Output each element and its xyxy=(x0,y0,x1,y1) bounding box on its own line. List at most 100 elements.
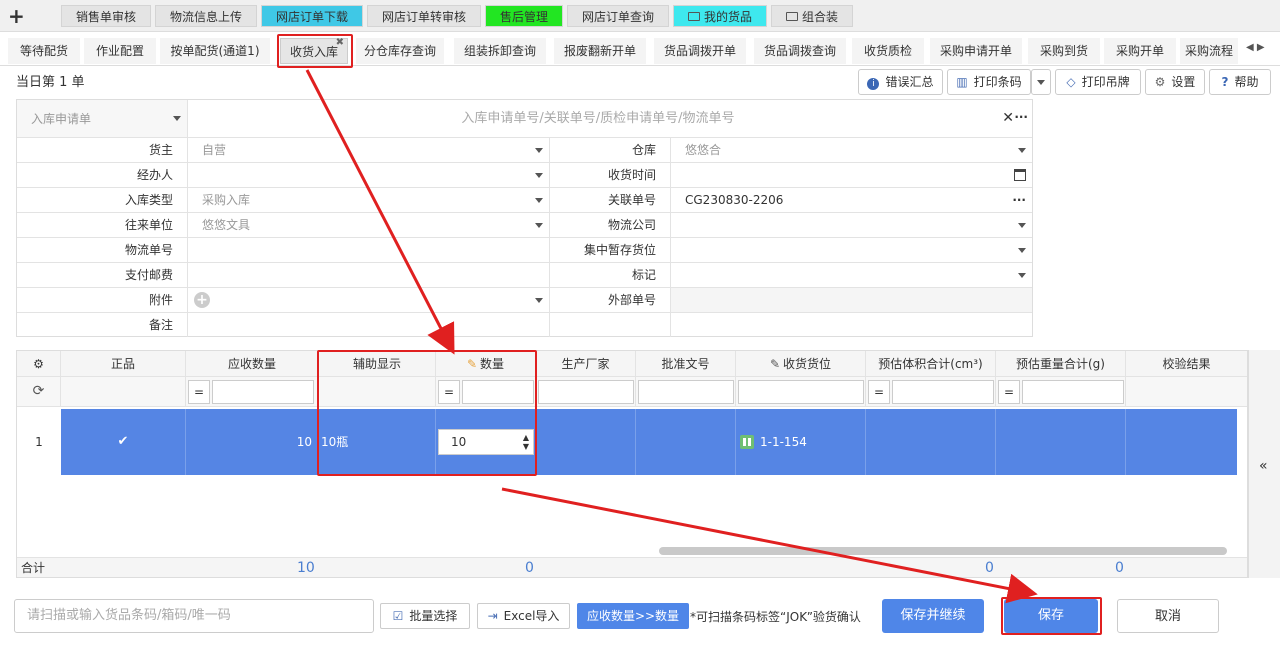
filter-genuine xyxy=(61,377,186,407)
copy-qty-button[interactable]: 应收数量>>数量 xyxy=(577,603,689,629)
top-tab-order-query[interactable]: 网店订单查询 xyxy=(567,5,669,27)
col-location[interactable]: ✎ 收货货位 xyxy=(736,351,866,377)
error-summary-button[interactable]: i 错误汇总 xyxy=(858,69,943,95)
settings-button[interactable]: ⚙ 设置 xyxy=(1145,69,1205,95)
refresh-icon[interactable]: ⟳ xyxy=(17,377,61,407)
col-volume[interactable]: 预估体积合计(cm³) xyxy=(866,351,996,377)
calendar-icon[interactable] xyxy=(1014,169,1026,181)
top-tab-order-download[interactable]: 网店订单下载 xyxy=(261,5,363,27)
tracking-no-field[interactable] xyxy=(188,238,550,262)
cell-expected-qty: 10 xyxy=(186,409,319,475)
top-tab-after-sales[interactable]: 售后管理 xyxy=(485,5,563,27)
collapse-panel[interactable]: « xyxy=(1248,350,1280,578)
top-tab-logistics-upload[interactable]: 物流信息上传 xyxy=(155,5,257,27)
remark-spacer xyxy=(550,313,671,337)
help-button[interactable]: ? 帮助 xyxy=(1209,69,1271,95)
sub-tab-transfer-query[interactable]: 货品调拨查询 xyxy=(754,38,846,64)
filter-input[interactable] xyxy=(538,380,634,404)
clear-icon[interactable]: ✕ xyxy=(1002,100,1014,136)
print-tag-button[interactable]: ◇ 打印吊牌 xyxy=(1055,69,1141,95)
add-attachment-icon[interactable]: + xyxy=(194,292,210,308)
scan-input[interactable]: 请扫描或输入货品条码/箱码/唯一码 xyxy=(14,599,374,633)
sub-tab-purchase-arrival[interactable]: 采购到货 xyxy=(1028,38,1100,64)
partner-field[interactable]: 悠悠文具 xyxy=(188,213,550,237)
filter-operator[interactable]: = xyxy=(998,380,1020,404)
sub-tab-purchase-request[interactable]: 采购申请开单 xyxy=(930,38,1022,64)
goods-grid: ⚙ 正品 应收数量 辅助显示 ✎ 数量 生产厂家 批准文号 ✎ 收货货位 预估体积合… xyxy=(16,350,1248,578)
more-icon[interactable]: ··· xyxy=(1012,188,1026,212)
col-approval-no[interactable]: 批准文号 xyxy=(636,351,736,377)
external-no-field[interactable] xyxy=(671,288,1032,312)
highlight-aux-qty xyxy=(317,350,537,476)
col-weight[interactable]: 预估重量合计(g) xyxy=(996,351,1126,377)
top-tab-my-goods[interactable]: 我的货品 xyxy=(673,5,767,27)
sub-tab-quality-check[interactable]: 收货质检 xyxy=(852,38,924,64)
batch-select-button[interactable]: ☑ 批量选择 xyxy=(380,603,470,629)
add-tab-icon[interactable]: + xyxy=(8,4,25,28)
sub-tab-scrap[interactable]: 报废翻新开单 xyxy=(554,38,646,64)
request-type-select[interactable]: 入库申请单 xyxy=(17,100,188,137)
col-check-result[interactable]: 校验结果 xyxy=(1126,351,1247,377)
excel-import-button[interactable]: ⇥ Excel导入 xyxy=(477,603,570,629)
sub-tab-wait-pick[interactable]: 等待配货 xyxy=(8,38,80,64)
tab-scroll-arrows[interactable]: ◀ ▶ xyxy=(1246,42,1274,58)
sub-tab-order-pick[interactable]: 按单配货(通道1) xyxy=(160,38,270,64)
sub-tab-stock-query[interactable]: 分仓库存查询 xyxy=(356,38,444,64)
print-barcode-button[interactable]: ▥ 打印条码 xyxy=(947,69,1031,95)
edit-icon: ✎ xyxy=(769,357,781,371)
postage-field[interactable] xyxy=(188,263,550,287)
filter-input[interactable] xyxy=(638,380,734,404)
filter-input[interactable] xyxy=(892,380,994,404)
handler-field[interactable] xyxy=(188,163,550,187)
col-expected-qty[interactable]: 应收数量 xyxy=(186,351,319,377)
table-row[interactable]: ✔ 10 10瓶 10 ▲ ▼ 1-1-154 xyxy=(61,409,1237,475)
filter-input[interactable] xyxy=(212,380,314,404)
sub-tab-job-config[interactable]: 作业配置 xyxy=(84,38,156,64)
chevron-down-icon xyxy=(535,198,543,203)
owner-field[interactable]: 自营 xyxy=(188,138,550,162)
warehouse-field[interactable]: 悠悠合 xyxy=(671,138,1032,162)
filter-operator[interactable]: = xyxy=(868,380,890,404)
sub-tab-assembly-query[interactable]: 组装拆卸查询 xyxy=(454,38,546,64)
cell-location[interactable]: 1-1-154 xyxy=(736,409,866,475)
top-tab-combo[interactable]: 组合装 xyxy=(771,5,853,27)
filter-input[interactable] xyxy=(1022,380,1124,404)
filter-location xyxy=(736,377,866,407)
grid-settings-icon[interactable]: ⚙ xyxy=(17,351,61,377)
filter-volume: = xyxy=(866,377,996,407)
top-tab-order-to-review[interactable]: 网店订单转审核 xyxy=(367,5,481,27)
double-chevron-left-icon[interactable]: « xyxy=(1259,458,1268,474)
print-barcode-dropdown[interactable] xyxy=(1031,69,1051,95)
cancel-button[interactable]: 取消 xyxy=(1117,599,1219,633)
attachment-field[interactable]: + xyxy=(188,288,550,312)
sub-tab-purchase-open[interactable]: 采购开单 xyxy=(1104,38,1176,64)
chevron-down-icon xyxy=(1018,273,1026,278)
attachment-label: 附件 xyxy=(17,288,188,312)
related-no-field[interactable]: CG230830-2206 ··· xyxy=(671,188,1032,212)
partner-label: 往来单位 xyxy=(17,213,188,237)
button-label: 打印条码 xyxy=(973,75,1022,89)
logistics-company-field[interactable] xyxy=(671,213,1032,237)
sub-tab-purchase-flow[interactable]: 采购流程 xyxy=(1180,38,1238,64)
filter-input[interactable] xyxy=(738,380,864,404)
search-input[interactable]: 入库申请单号/关联单号/质检申请单号/物流单号 ✕ ··· xyxy=(188,100,1032,137)
receive-time-label: 收货时间 xyxy=(550,163,671,187)
button-label: 打印吊牌 xyxy=(1081,75,1130,89)
more-icon[interactable]: ··· xyxy=(1014,100,1028,134)
mark-field[interactable] xyxy=(671,263,1032,287)
col-genuine[interactable]: 正品 xyxy=(61,351,186,377)
row-check-icon[interactable]: ✔ xyxy=(61,409,186,475)
staging-location-field[interactable] xyxy=(671,238,1032,262)
total-label: 合计 xyxy=(21,561,46,575)
save-continue-button[interactable]: 保存并继续 xyxy=(882,599,984,633)
remark-field[interactable] xyxy=(188,313,550,337)
col-manufacturer[interactable]: 生产厂家 xyxy=(536,351,636,377)
receive-time-field[interactable] xyxy=(671,163,1032,187)
inbound-type-field[interactable]: 采购入库 xyxy=(188,188,550,212)
owner-label: 货主 xyxy=(17,138,188,162)
related-no-label: 关联单号 xyxy=(550,188,671,212)
top-tab-sales-review[interactable]: 销售单审核 xyxy=(61,5,151,27)
filter-operator[interactable]: = xyxy=(188,380,210,404)
sub-tab-transfer-open[interactable]: 货品调拨开单 xyxy=(654,38,746,64)
horizontal-scrollbar[interactable] xyxy=(659,547,1227,555)
